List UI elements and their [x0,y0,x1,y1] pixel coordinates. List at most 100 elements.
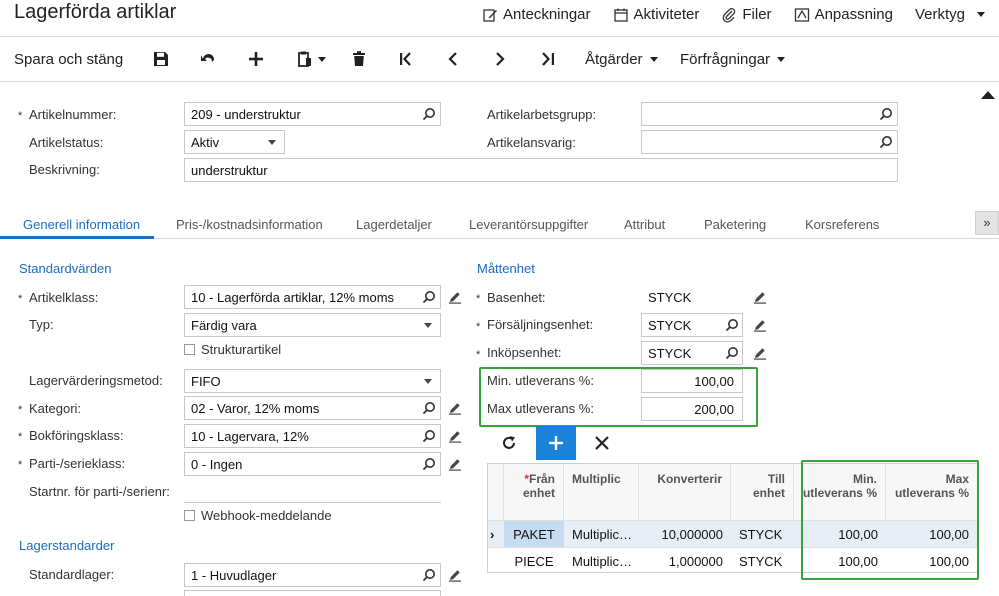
search-icon[interactable] [879,107,893,121]
pencil-icon[interactable] [753,290,767,304]
grid-header-conversion[interactable]: Konverterir [639,464,731,520]
tools-menu[interactable]: Verktyg [915,6,985,23]
inquiries-menu[interactable]: Förfrågningar [680,37,786,81]
workgroup-label: Artikelarbetsgrupp: [487,107,597,122]
structure-item-checkbox[interactable] [184,344,195,355]
row-pointer-icon: › [490,527,495,542]
search-icon[interactable] [725,346,739,360]
delete-button[interactable] [350,37,368,81]
next-record-button[interactable] [491,37,509,81]
customize-link[interactable]: Anpassning [794,6,893,23]
pencil-icon[interactable] [448,457,462,471]
item-owner-input[interactable] [641,130,898,154]
files-link[interactable]: Filer [721,6,772,23]
undo-icon [201,53,215,62]
clipboard-icon [298,51,311,67]
next-field-partial[interactable] [184,590,441,596]
tab-price-cost[interactable]: Pris-/kostnadsinformation [176,217,323,232]
pencil-icon[interactable] [448,290,462,304]
chevron-down-icon [977,12,985,17]
add-button[interactable] [247,37,265,81]
search-icon[interactable] [422,429,436,443]
activities-label: Aktiviteter [633,6,700,23]
required-marker: * [476,349,481,361]
default-warehouse-input[interactable]: 1 - Huvudlager [184,563,441,587]
save-close-button[interactable]: Spara och stäng [14,37,123,81]
plus-icon [249,52,263,66]
pencil-icon[interactable] [448,568,462,582]
delete-row-button[interactable] [582,426,622,460]
grid-selector-header [488,464,504,520]
page-title: Lagerförda artiklar [14,1,177,23]
default-warehouse-label: Standardlager: [29,567,115,582]
category-input[interactable]: 02 - Varor, 12% moms [184,396,441,420]
search-icon[interactable] [879,135,893,149]
item-number-input[interactable]: 209 - understruktur [184,102,441,126]
start-number-input[interactable] [184,502,441,503]
previous-record-button[interactable] [444,37,462,81]
actions-menu[interactable]: Åtgärder [585,37,658,81]
tab-warehouse-details[interactable]: Lagerdetaljer [356,217,432,232]
tab-general[interactable]: Generell information [23,217,140,232]
item-class-label: Artikelklass: [29,290,99,305]
grid-header-to-unit[interactable]: Till enhet [731,464,794,520]
search-icon[interactable] [422,107,436,121]
pencil-icon[interactable] [753,318,767,332]
chevron-down-icon [318,56,326,62]
required-marker: * [18,459,23,471]
structure-item-label: Strukturartikel [201,342,282,357]
chevron-down-icon [649,56,658,62]
posting-class-input[interactable]: 10 - Lagervara, 12% [184,424,441,448]
grid-cell-multiply[interactable]: Multiplic… [564,521,639,547]
pencil-icon[interactable] [448,429,462,443]
workgroup-input[interactable] [641,102,898,126]
first-record-button[interactable] [397,37,415,81]
tab-attributes[interactable]: Attribut [624,217,665,232]
required-marker: * [18,431,23,443]
lot-serial-class-input[interactable]: 0 - Ingen [184,452,441,476]
search-icon[interactable] [725,318,739,332]
last-record-button[interactable] [539,37,557,81]
search-icon[interactable] [422,290,436,304]
grid-cell-from-unit[interactable]: PIECE [504,548,564,574]
tab-cross-reference[interactable]: Korsreferens [805,217,879,232]
chevron-down-icon [268,140,276,145]
tab-vendors[interactable]: Leverantörsuppgifter [469,217,588,232]
webhook-checkbox[interactable] [184,510,195,521]
grid-cell-from-unit[interactable]: PAKET [504,521,564,547]
start-number-label: Startnr. för parti-/serienr: [29,484,170,499]
collapse-header-icon[interactable] [981,91,995,99]
sales-unit-label: Försäljningsenhet: [487,317,594,332]
valuation-method-select[interactable]: FIFO [184,369,441,393]
more-tabs-button[interactable]: » [975,211,999,235]
grid-cell-conversion[interactable]: 1,000000 [639,548,731,574]
undo-button[interactable] [199,37,217,81]
grid-cell-multiply[interactable]: Multiplic… [564,548,639,574]
grid-cell-conversion[interactable]: 10,000000 [639,521,731,547]
grid-cell-to-unit[interactable]: STYCK [731,548,794,574]
copy-paste-menu[interactable] [296,37,326,81]
description-label: Beskrivning: [29,162,100,177]
grid-cell-to-unit[interactable]: STYCK [731,521,794,547]
description-input[interactable]: understruktur [184,158,898,182]
save-button[interactable] [152,37,170,81]
grid-header-from-unit[interactable]: *Från enhet [504,464,564,520]
type-select[interactable]: Färdig vara [184,313,441,337]
search-icon[interactable] [422,457,436,471]
notes-link[interactable]: Anteckningar [482,6,591,23]
tab-packaging[interactable]: Paketering [704,217,766,232]
highlight-box-fields [479,367,758,427]
notes-icon [483,8,497,22]
item-owner-label: Artikelansvarig: [487,135,576,150]
item-number-label: Artikelnummer: [29,107,117,122]
item-class-input[interactable]: 10 - Lagerförda artiklar, 12% moms [184,285,441,309]
search-icon[interactable] [422,401,436,415]
notes-label: Anteckningar [502,6,591,23]
refresh-button[interactable] [489,426,529,460]
pencil-icon[interactable] [448,401,462,415]
grid-header-multiply[interactable]: Multiplic [564,464,639,520]
search-icon[interactable] [422,568,436,582]
pencil-icon[interactable] [753,346,767,360]
activities-link[interactable]: Aktiviteter [613,6,700,23]
add-row-button[interactable] [536,426,576,460]
